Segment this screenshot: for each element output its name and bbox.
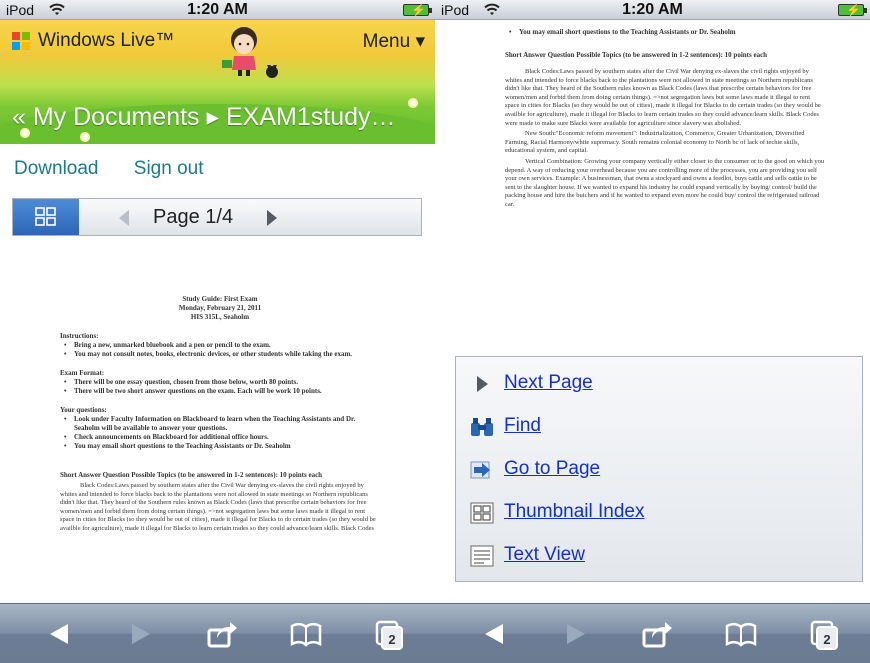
doc-heading: Short Answer Question Possible Topics (t… — [505, 51, 768, 59]
doc-paragraph: Black Codes:Laws passed by southern stat… — [60, 482, 376, 532]
battery-icon: ⚡ — [403, 3, 432, 17]
doc-list-item: You may email short questions to the Tea… — [505, 28, 825, 37]
girl-character-icon — [222, 27, 278, 78]
windows-live-header: Windows Live™ Menu ▾ « My Documents ▸ EX… — [0, 20, 435, 144]
thumbnail-grid-icon — [470, 502, 494, 524]
next-page-menu-item[interactable]: Next Page — [468, 369, 848, 399]
doc-list-item: You may email short questions to the Tea… — [60, 442, 380, 451]
document-page: Study Guide: First Exam Monday, February… — [60, 295, 380, 534]
next-page-arrow-icon[interactable] — [267, 210, 277, 226]
document-actions-menu: Next Page Find Go to Page Thumbnail Inde… — [455, 356, 863, 582]
breadcrumb[interactable]: « My Documents ▸ EXAM1study… — [12, 102, 396, 132]
pages-count: 2 — [823, 632, 830, 647]
battery-icon: ⚡ — [838, 3, 867, 17]
action-links: Download Sign out — [14, 158, 234, 180]
doc-paragraph: Black Codes:Laws passed by southern stat… — [505, 68, 821, 127]
clock: 1:20 AM — [187, 1, 248, 18]
thumbnail-index-menu-item[interactable]: Thumbnail Index — [468, 498, 848, 528]
forward-arrow-icon[interactable] — [557, 616, 593, 652]
doc-heading: Instructions: — [60, 332, 99, 340]
brand-label: Windows Live™ — [38, 30, 175, 51]
sign-out-link[interactable]: Sign out — [134, 158, 204, 179]
pages-icon[interactable]: 2 — [371, 616, 407, 652]
pages-icon[interactable]: 2 — [806, 616, 842, 652]
page-indicator: Page 1/4 — [153, 206, 234, 228]
pages-count: 2 — [388, 632, 395, 647]
status-bar: iPod 1:20 AM ⚡ — [0, 0, 435, 20]
doc-course: HIS 315L, Seaholm — [190, 313, 250, 321]
next-page-label[interactable]: Next Page — [504, 372, 593, 394]
doc-list-item: You may not consult notes, books, electr… — [60, 350, 380, 359]
doc-heading: Short Answer Question Possible Topics (t… — [60, 471, 323, 479]
forward-arrow-icon[interactable] — [122, 616, 158, 652]
share-icon[interactable] — [638, 616, 674, 652]
flower-decoration — [408, 98, 418, 108]
doc-list-item: There will be two short answer questions… — [60, 387, 380, 396]
text-view-menu-item[interactable]: Text View — [468, 541, 848, 571]
safari-toolbar: 2 — [435, 603, 870, 663]
doc-heading: Exam Format: — [60, 369, 105, 377]
thumbnail-grid-icon — [35, 207, 56, 226]
clock: 1:20 AM — [622, 1, 683, 18]
doc-list-item: Bring a new, unmarked bluebook and a pen… — [60, 341, 380, 350]
thumbnail-index-label[interactable]: Thumbnail Index — [504, 501, 644, 523]
doc-paragraph: Vertical Combination: Growing your compa… — [505, 157, 825, 208]
text-view-label[interactable]: Text View — [504, 544, 585, 566]
page-navigator: Page 1/4 — [12, 198, 422, 236]
text-document-icon — [470, 545, 494, 567]
go-to-page-menu-item[interactable]: Go to Page — [468, 455, 848, 485]
find-label[interactable]: Find — [504, 415, 541, 437]
menu-button[interactable]: Menu ▾ — [363, 30, 425, 53]
doc-list-item: There will be one essay question, chosen… — [60, 378, 380, 387]
play-arrow-icon — [477, 376, 488, 392]
doc-date: Monday, February 21, 2011 — [178, 304, 262, 312]
go-to-page-label[interactable]: Go to Page — [504, 458, 600, 480]
bookmarks-icon[interactable] — [288, 616, 324, 652]
safari-toolbar: 2 — [0, 603, 435, 663]
doc-title: Study Guide: First Exam — [182, 295, 258, 303]
back-arrow-icon[interactable] — [42, 616, 78, 652]
status-bar: iPod 1:20 AM ⚡ — [435, 0, 870, 20]
binoculars-icon — [471, 418, 493, 436]
windows-flag-icon — [12, 32, 32, 50]
doc-heading: Your questions: — [60, 406, 107, 414]
thumbnail-view-button[interactable] — [13, 199, 79, 235]
share-icon[interactable] — [203, 616, 239, 652]
find-menu-item[interactable]: Find — [468, 412, 848, 442]
download-link[interactable]: Download — [14, 158, 99, 179]
document-page-scrolled: You may email short questions to the Tea… — [505, 28, 825, 210]
doc-paragraph: New South:"Economic reform movement": In… — [505, 130, 805, 155]
doc-list-item: Look under Faculty Information on Blackb… — [60, 415, 380, 433]
bookmarks-icon[interactable] — [723, 616, 759, 652]
flower-decoration — [80, 132, 90, 142]
go-arrow-icon — [470, 461, 490, 479]
left-screen: iPod 1:20 AM ⚡ Windows Live™ Menu ▾ « My… — [0, 0, 435, 663]
back-arrow-icon[interactable] — [477, 616, 513, 652]
previous-page-arrow-icon[interactable] — [119, 210, 129, 226]
doc-list-item: Check announcements on Blackboard for ad… — [60, 433, 380, 442]
